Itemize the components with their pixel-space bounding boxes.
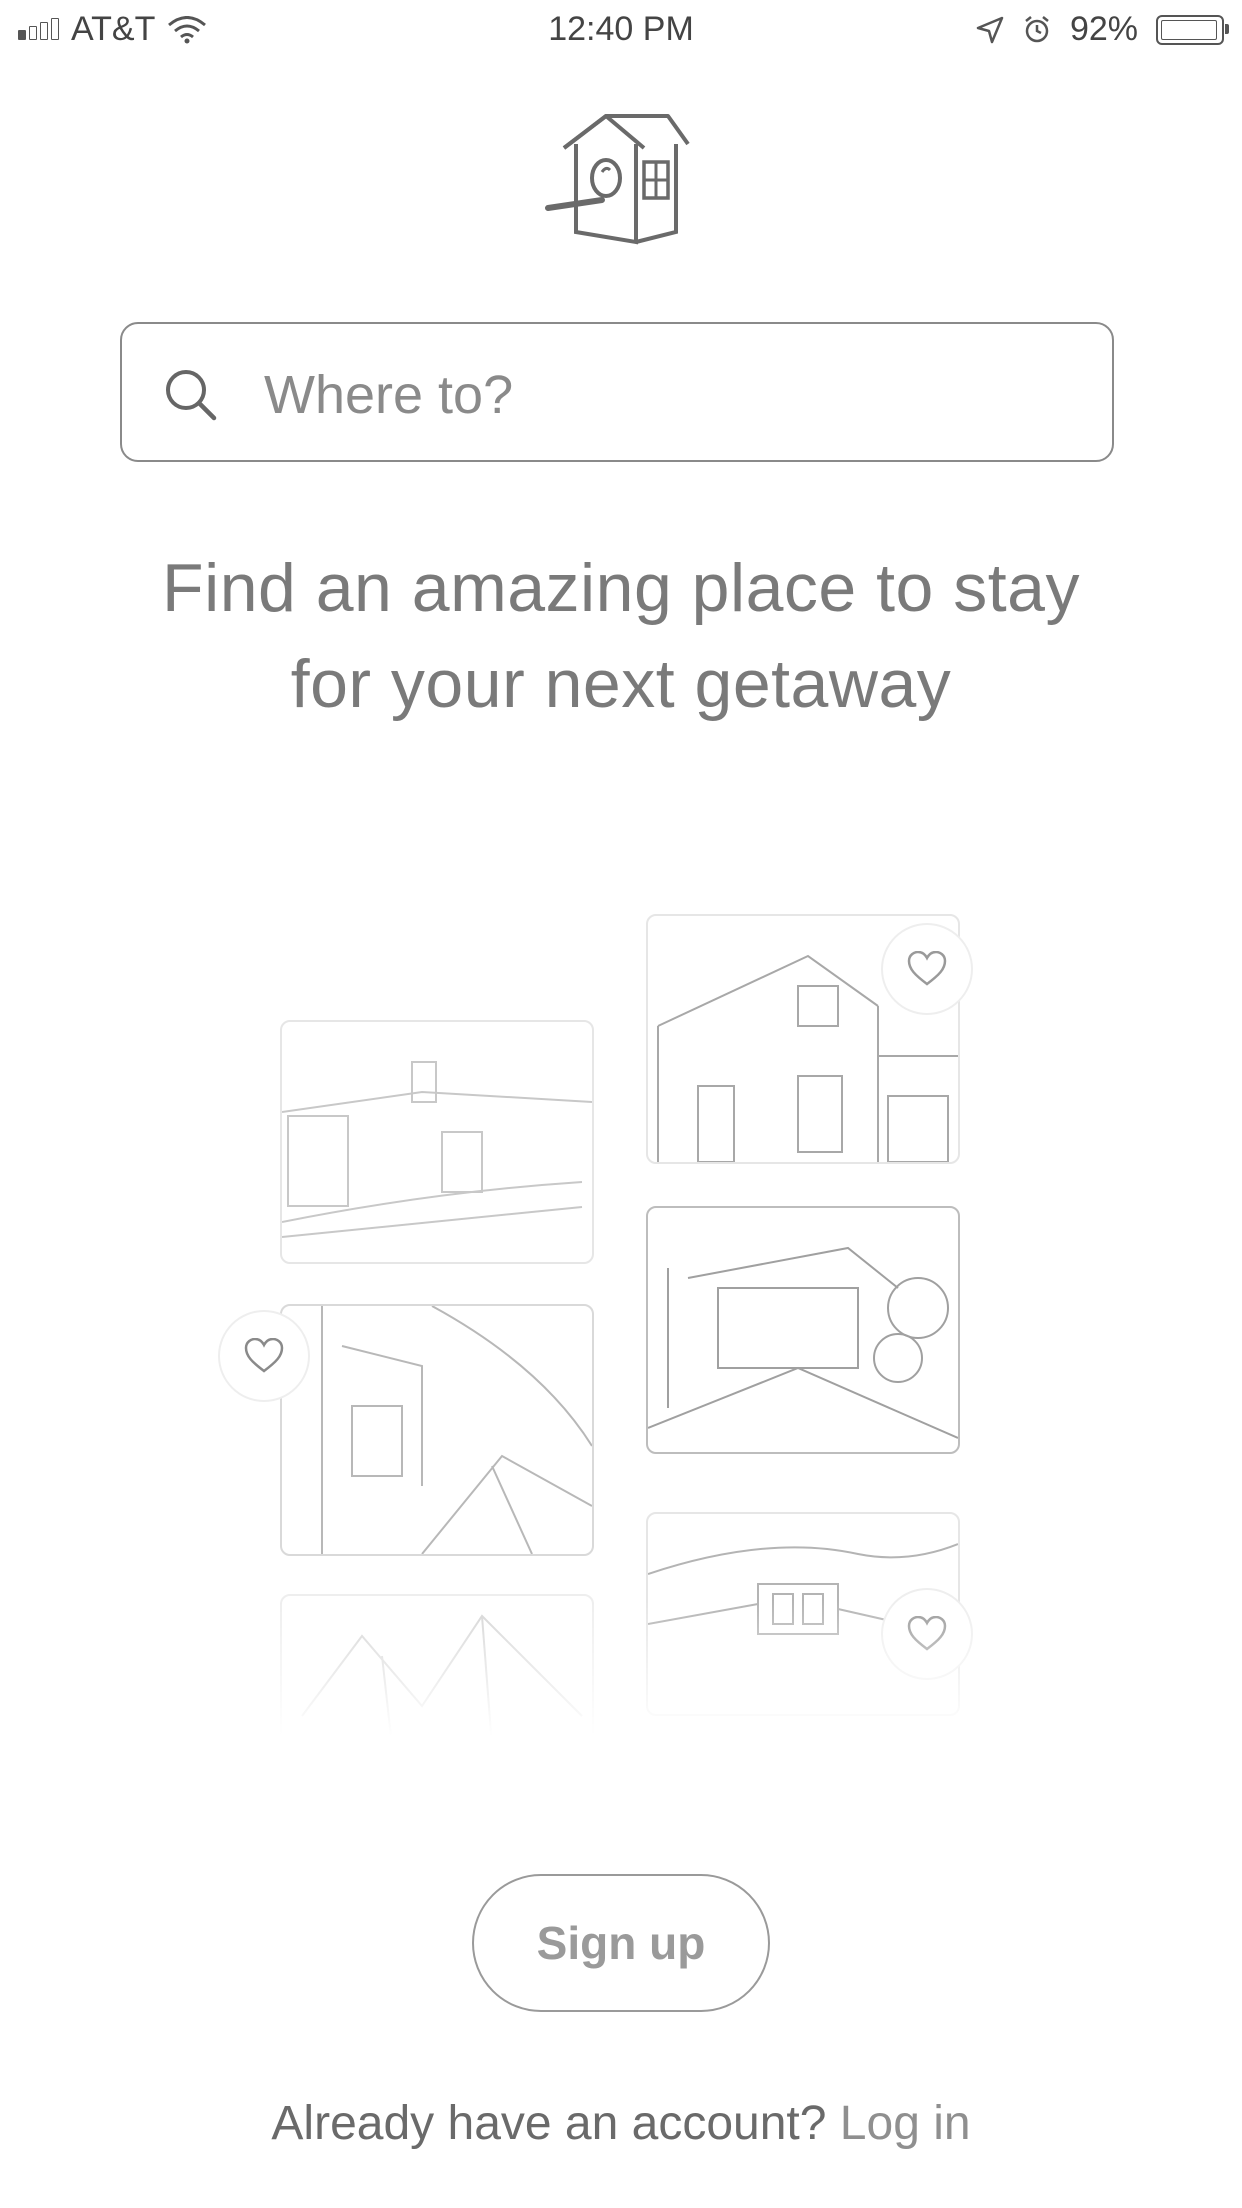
search-box[interactable] [120,322,1114,462]
log-in-link[interactable]: Log in [840,2097,971,2150]
tagline: Find an amazing place to stay for your n… [60,540,1182,732]
status-right: 92% [976,10,1229,49]
login-prompt-text: Already have an account? [271,2097,827,2150]
listing-image-pool-house [280,1020,594,1264]
heart-icon [907,951,947,986]
tagline-line-2: for your next getaway [290,646,952,722]
search-icon [166,370,217,421]
battery-icon [1156,14,1229,45]
battery-percent: 92% [1069,10,1138,48]
listing-image-garden-path [280,1304,594,1556]
status-bar: AT&T 12:40 PM 92% [0,0,1242,60]
listing-image-modern-house [646,1206,960,1454]
sign-up-button[interactable]: Sign up [472,1874,770,2012]
collage-fade [250,1600,990,1760]
alarm-icon [1025,15,1049,42]
search-input[interactable] [262,354,1066,436]
heart-button[interactable] [883,925,971,1013]
login-prompt: Already have an account? Log in [0,2096,1242,2151]
heart-button[interactable] [220,1312,308,1400]
tagline-line-1: Find an amazing place to stay [162,550,1080,626]
location-arrow-icon [976,16,1004,43]
listing-collage [220,900,990,1760]
heart-icon [244,1338,284,1373]
birdhouse-logo-icon [545,114,690,245]
